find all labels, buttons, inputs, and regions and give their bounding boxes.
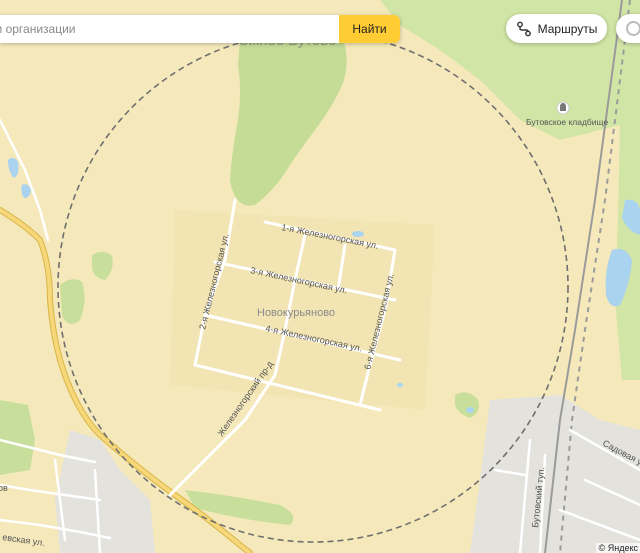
cemetery-label[interactable]: Бутовское кладбище [526, 117, 608, 127]
search-button[interactable]: Найти [339, 15, 400, 43]
pond-small [397, 383, 403, 387]
profile-icon [626, 21, 640, 36]
cemetery-marker[interactable] [556, 101, 570, 115]
forest-left-2 [60, 279, 85, 324]
search-input[interactable] [0, 15, 339, 43]
route-icon [516, 21, 531, 36]
copyright-label[interactable]: © Яндекс [595, 543, 640, 553]
place-label: Новокурьяново [257, 307, 335, 319]
routes-label: Маршруты [537, 21, 598, 36]
street-label-partial-1: ов [0, 483, 8, 493]
pond-sw [466, 407, 474, 413]
map-canvas[interactable]: Южное Бутово Новокурьяново Бутовское кла… [0, 0, 640, 553]
search-bar: Найти [0, 15, 400, 43]
routes-button[interactable]: Маршруты [506, 14, 607, 43]
profile-button[interactable] [616, 14, 640, 43]
cemetery-icon-glyph [560, 103, 566, 111]
